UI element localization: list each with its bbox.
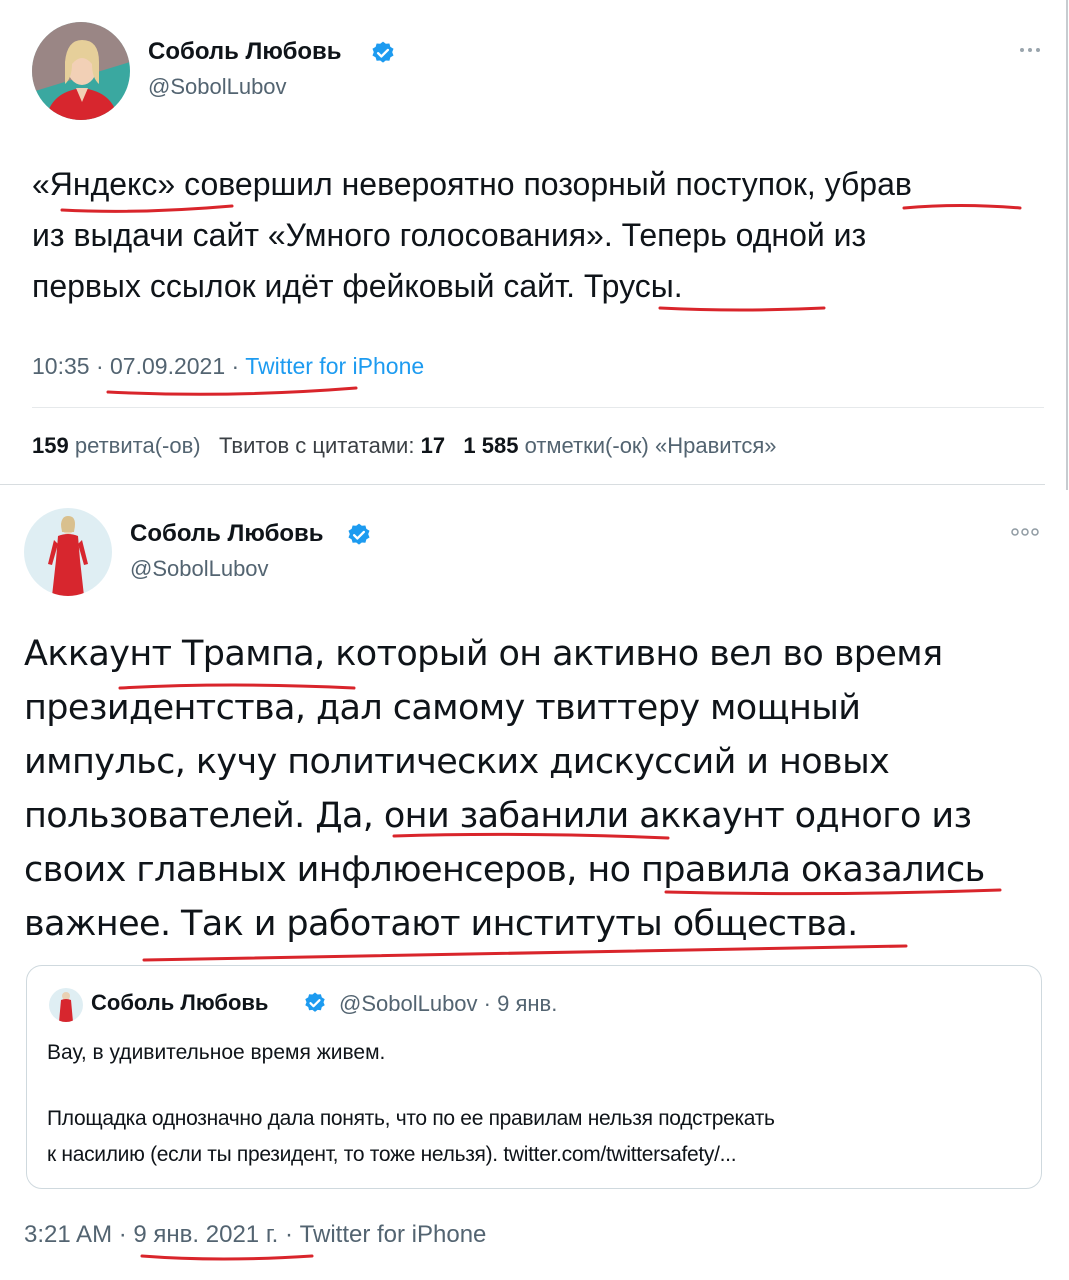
tweet-text-line: важнее. Так и работают институты обществ…	[24, 904, 858, 944]
meta-separator: ·	[118, 1221, 127, 1248]
tweet-text-line: импульс, кучу политических дискуссий и н…	[24, 742, 890, 782]
underline-mark	[140, 1254, 314, 1261]
author-handle[interactable]: @SobolLubov	[130, 556, 269, 582]
tweet-meta: 10:35 · 07.09.2021 · Twitter for iPhone	[32, 353, 424, 380]
divider	[32, 407, 1044, 408]
quoted-avatar[interactable]	[49, 988, 83, 1022]
author-name[interactable]: Соболь Любовь	[130, 520, 324, 548]
avatar[interactable]	[32, 22, 130, 120]
tweet-text-line: своих главных инфлюенсеров, но правила о…	[24, 850, 985, 890]
tweet-source[interactable]: Twitter for iPhone	[245, 353, 424, 379]
more-options-button[interactable]	[1008, 522, 1042, 542]
quoted-text-line: Площадка однозначно дала понять, что по …	[47, 1107, 775, 1130]
underline-mark	[106, 386, 358, 396]
verified-badge-icon	[370, 40, 396, 71]
verified-badge-icon	[303, 991, 327, 1020]
tweet-text-line: первых ссылок идёт фейковый сайт. Трусы.	[32, 268, 683, 304]
tweet-time[interactable]: 3:21 AM	[24, 1221, 112, 1248]
avatar[interactable]	[24, 508, 112, 596]
author-name[interactable]: Соболь Любовь	[148, 38, 342, 66]
underline-mark	[60, 204, 234, 213]
retweets-count[interactable]: 159	[32, 433, 69, 458]
scrollbar-line	[1066, 0, 1068, 490]
quotes-label[interactable]: Твитов с цитатами:	[219, 433, 415, 458]
author-handle[interactable]: @SobolLubov	[148, 74, 287, 100]
verified-badge-icon	[346, 522, 372, 553]
quoted-text-line: Вау, в удивительное время живем.	[47, 1041, 386, 1064]
quoted-tweet-card[interactable]: Соболь Любовь @SobolLubov · 9 янв. Вау, …	[26, 965, 1042, 1189]
quoted-text-line: к насилию (если ты президент, то тоже не…	[47, 1143, 737, 1166]
tweet-text-line: пользователей. Да, они забанили аккаунт …	[24, 796, 972, 836]
more-options-button[interactable]	[1016, 40, 1046, 60]
retweets-label[interactable]: ретвита(-ов)	[75, 433, 201, 458]
quotes-count[interactable]: 17	[421, 433, 445, 458]
meta-separator: ·	[284, 1221, 293, 1248]
quoted-handle-date[interactable]: @SobolLubov · 9 янв.	[339, 991, 557, 1017]
more-dots-icon	[1020, 48, 1040, 52]
underline-mark	[902, 204, 1022, 210]
tweet-meta: 3:21 AM · 9 янв. 2021 г. · Twitter for i…	[24, 1221, 486, 1249]
tweet-time[interactable]: 10:35	[32, 353, 90, 379]
underline-mark	[658, 306, 826, 312]
more-dots-icon	[1011, 528, 1039, 536]
tweet-stats: 159 ретвита(-ов) Твитов с цитатами: 17 1…	[32, 433, 777, 459]
tweet-date[interactable]: 07.09.2021	[110, 353, 225, 379]
underline-mark	[664, 888, 1002, 896]
section-divider	[0, 484, 1045, 485]
likes-count[interactable]: 1 585	[463, 433, 518, 458]
tweet-text-line: из выдачи сайт «Умного голосования». Теп…	[32, 217, 867, 253]
tweet-text-line: президентства, дал самому твиттеру мощны…	[24, 688, 861, 728]
underline-mark	[142, 944, 908, 962]
meta-separator: ·	[95, 353, 104, 379]
quoted-author-name[interactable]: Соболь Любовь	[91, 990, 268, 1016]
tweet-date[interactable]: 9 янв. 2021 г.	[133, 1221, 278, 1248]
likes-label[interactable]: отметки(-ок) «Нравится»	[525, 433, 777, 458]
tweet-text-line: Аккаунт Трампа, который он активно вел в…	[24, 634, 943, 674]
meta-separator: ·	[231, 353, 240, 379]
tweet-text-line: «Яндекс» совершил невероятно позорный по…	[32, 166, 912, 202]
tweet-source[interactable]: Twitter for iPhone	[300, 1221, 487, 1248]
